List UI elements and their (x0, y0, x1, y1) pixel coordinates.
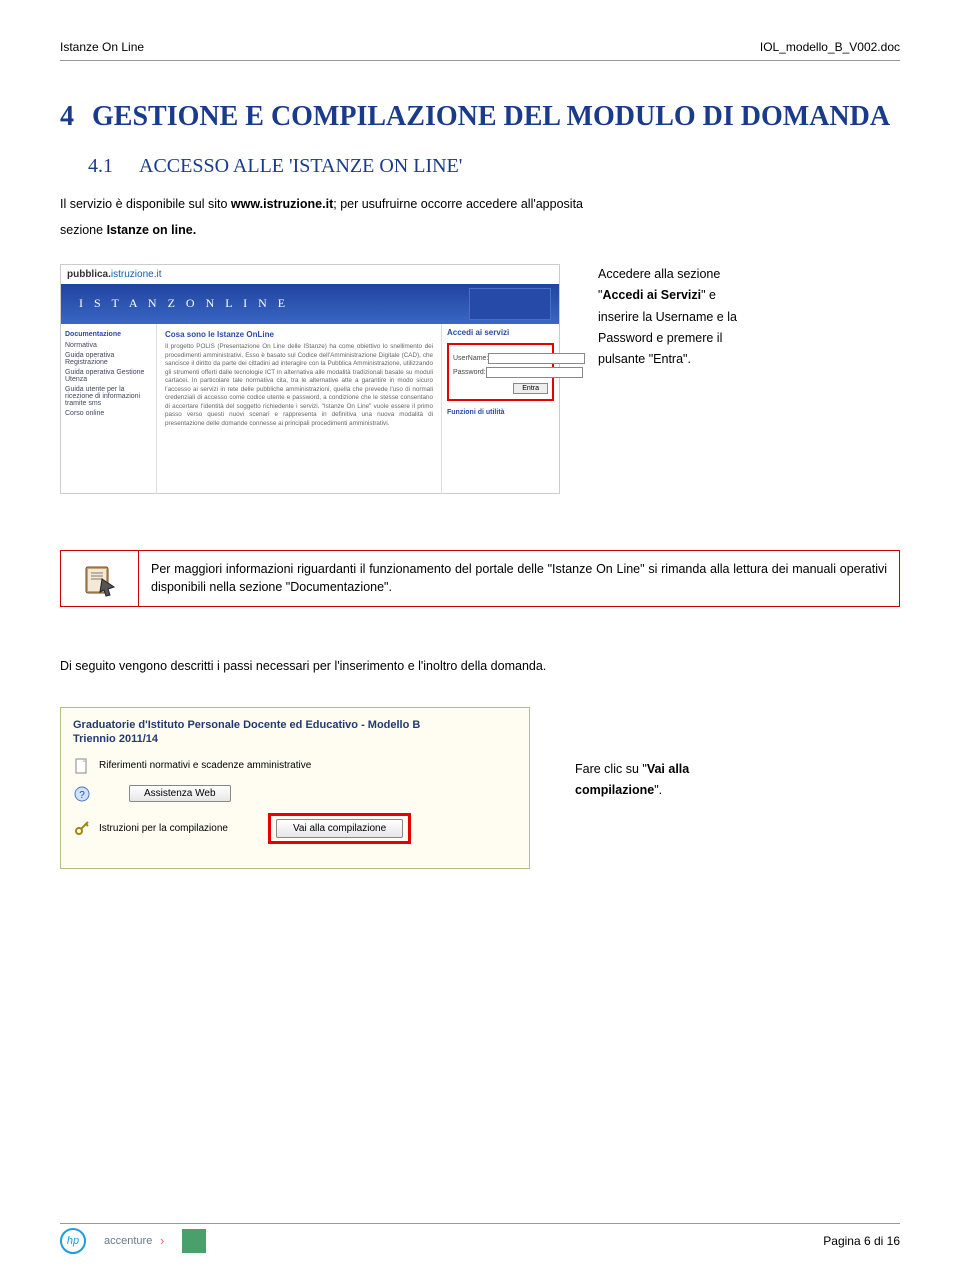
document-icon (73, 757, 91, 775)
intro-2b: Istanze on line. (107, 223, 197, 237)
intro-link: www.istruzione.it (231, 197, 333, 211)
password-input[interactable] (486, 367, 583, 378)
username-label: UserName: (453, 355, 488, 362)
header-right: IOL_modello_B_V002.doc (760, 40, 900, 54)
heading-1: 4GESTIONE E COMPILAZIONE DEL MODULO DI D… (60, 101, 900, 133)
intro-1a: Il servizio è disponibile sul sito (60, 197, 231, 211)
key-icon (73, 819, 91, 837)
intro-para: Il servizio è disponibile sul sito www.i… (60, 194, 900, 214)
g-title-l1: Graduatorie d'Istituto Personale Docente… (73, 719, 420, 731)
nav-item: Normativa (65, 342, 152, 349)
cap2-2b: ". (654, 783, 662, 797)
cap1-l1: Accedere alla sezione (598, 264, 878, 285)
cap1-l2bold: Accedi ai Servizi (602, 288, 701, 302)
mid-header: Cosa sono le Istanze OnLine (165, 330, 433, 339)
nav-item: Guida operativa Registrazione (65, 352, 152, 366)
banner: I S T A N Z O N L I N E (61, 284, 559, 324)
compile-highlight: Vai alla compilazione (268, 813, 411, 844)
right-panel: Accedi ai servizi UserName: Password: En… (441, 324, 559, 494)
intro-2a: sezione (60, 223, 107, 237)
nav-item: Corso online (65, 410, 152, 417)
logo-istruzione: istruzione.it (111, 269, 162, 280)
screenshot-graduatorie: Graduatorie d'Istituto Personale Docente… (60, 707, 530, 869)
screenshot-portal: pubblica.istruzione.it I S T A N Z O N L… (60, 264, 560, 494)
cap1-l5: pulsante "Entra". (598, 349, 878, 370)
funzioni-title: Funzioni di utilità (447, 409, 554, 416)
footer: hp accenture Pagina 6 di 16 (60, 1223, 900, 1254)
fig1-caption: Accedere alla sezione "Accedi ai Servizi… (598, 264, 878, 370)
cap2-1bold: Vai alla (647, 762, 689, 776)
top-rule (60, 60, 900, 61)
follow-para: Di seguito vengono descritti i passi nec… (60, 659, 900, 673)
cap1-l3: inserire la Username e la (598, 307, 878, 328)
mid-text: Il progetto POLIS (Presentazione On Line… (165, 343, 433, 428)
cap2-1a: Fare clic su " (575, 762, 647, 776)
assistenza-button[interactable]: Assistenza Web (129, 785, 231, 802)
h2-text: ACCESSO ALLE 'ISTANZE ON LINE' (139, 155, 462, 177)
fig2-caption: Fare clic su "Vai alla compilazione". (575, 707, 825, 802)
login-box-highlight: UserName: Password: Entra (447, 343, 554, 401)
cap2-2bold: compilazione (575, 783, 654, 797)
cap1-l4: Password e premere il (598, 328, 878, 349)
intro-para-2: sezione Istanze on line. (60, 220, 900, 240)
mid-panel: Cosa sono le Istanze OnLine Il progetto … (157, 324, 441, 494)
book-pointer-icon (79, 558, 121, 600)
nav-item: Guida operativa Gestione Utenza (65, 369, 152, 383)
header-left: Istanze On Line (60, 40, 144, 54)
nav-header: Documentazione (65, 331, 152, 338)
logo-pubblica: pubblica. (67, 269, 111, 280)
accenture-logo: accenture (104, 1235, 164, 1247)
g-title-l2: Triennio 2011/14 (73, 733, 158, 745)
footer-rule (60, 1223, 900, 1224)
password-label: Password: (453, 369, 486, 376)
h1-num: 4 (60, 101, 92, 132)
intro-1b: ; per usufruirne occorre accedere all'ap… (333, 197, 583, 211)
page-number: Pagina 6 di 16 (823, 1234, 900, 1248)
row-istruzioni: Istruzioni per la compilazione (99, 823, 228, 834)
row-riferimenti: Riferimenti normativi e scadenze amminis… (99, 760, 311, 771)
g-title: Graduatorie d'Istituto Personale Docente… (73, 718, 517, 747)
heading-2: 4.1ACCESSO ALLE 'ISTANZE ON LINE' (88, 155, 900, 178)
accedi-header: Accedi ai servizi (447, 328, 554, 337)
cap1-l2b: " e (701, 288, 716, 302)
entra-button[interactable]: Entra (513, 383, 548, 394)
notice-text: Per maggiori informazioni riguardanti il… (139, 551, 899, 606)
vai-compilazione-button[interactable]: Vai alla compilazione (276, 819, 403, 838)
hp-logo-icon: hp (60, 1228, 86, 1254)
svg-text:?: ? (79, 790, 85, 801)
notice-box: Per maggiori informazioni riguardanti il… (60, 550, 900, 607)
help-icon: ? (73, 785, 91, 803)
partner-logo-icon (182, 1229, 206, 1253)
notice-icon-cell (61, 551, 139, 606)
h2-num: 4.1 (88, 155, 139, 177)
h1-text: GESTIONE E COMPILAZIONE DEL MODULO DI DO… (92, 101, 890, 132)
left-nav: Documentazione Normativa Guida operativa… (61, 324, 157, 494)
username-input[interactable] (488, 353, 585, 364)
nav-item: Guida utente per la ricezione di informa… (65, 386, 152, 407)
